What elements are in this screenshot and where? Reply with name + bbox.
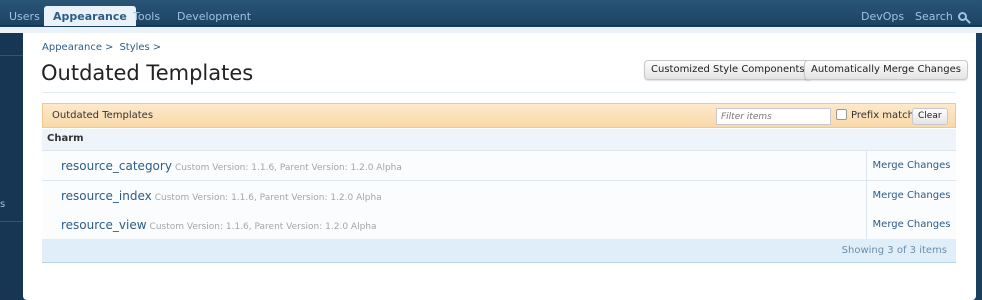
template-name-text: resource_index (61, 189, 152, 203)
breadcrumb-appearance[interactable]: Appearance (42, 42, 102, 53)
group-label: Charm (47, 133, 84, 144)
title-divider (42, 92, 956, 93)
search-label: Search (915, 10, 953, 23)
template-version: Custom Version: 1.1.6, Parent Version: 1… (174, 163, 402, 173)
template-name-text: resource_view (61, 218, 147, 232)
list-item: resource_category Custom Version: 1.1.6, … (42, 151, 956, 181)
clear-button[interactable]: Clear (912, 108, 948, 125)
breadcrumb-separator: > (105, 42, 114, 53)
customized-style-components-button[interactable]: Customized Style Components (644, 60, 812, 80)
template-name[interactable]: resource_category Custom Version: 1.1.6, … (61, 159, 402, 173)
top-navigation: Users Appearance Tools Development DevOp… (0, 0, 982, 26)
template-version: Custom Version: 1.1.6, Parent Version: 1… (154, 193, 382, 203)
list-header: Outdated Templates Prefix match Clear (42, 103, 956, 128)
template-name[interactable]: resource_view Custom Version: 1.1.6, Pare… (61, 218, 377, 232)
breadcrumb-separator: > (152, 42, 162, 53)
merge-changes-button[interactable]: Merge Changes (866, 210, 956, 239)
devops-link[interactable]: DevOps (861, 0, 904, 26)
list-header-title: Outdated Templates (52, 110, 154, 121)
merge-all-button[interactable]: Automatically Merge Changes (804, 60, 968, 80)
list-item: resource_view Custom Version: 1.1.6, Pare… (42, 210, 956, 240)
group-header: Charm (42, 129, 956, 151)
right-edge (976, 33, 982, 300)
tab-tools[interactable]: Tools (133, 0, 160, 26)
search-link[interactable]: Search (915, 0, 968, 26)
item-count: Showing 3 of 3 items (841, 245, 947, 256)
sidebar: s (0, 33, 23, 300)
merge-changes-button[interactable]: Merge Changes (866, 151, 956, 180)
tab-appearance[interactable]: Appearance (44, 6, 136, 26)
prefix-match-checkbox[interactable] (836, 109, 847, 120)
sidebar-divider (0, 55, 23, 56)
list-item: resource_index Custom Version: 1.1.6, Par… (42, 181, 956, 211)
sidebar-divider (0, 221, 23, 222)
tab-development[interactable]: Development (177, 0, 251, 26)
tab-users[interactable]: Users (9, 0, 40, 26)
main-panel: Appearance > Styles > Outdated Templates Cu… (23, 33, 976, 300)
search-icon (958, 12, 968, 21)
merge-changes-button[interactable]: Merge Changes (866, 181, 956, 210)
list-footer: Showing 3 of 3 items (42, 239, 956, 263)
breadcrumb: Appearance > Styles > (42, 42, 167, 53)
page-title: Outdated Templates (41, 61, 254, 85)
filter-input[interactable] (716, 108, 831, 125)
template-version: Custom Version: 1.1.6, Parent Version: 1… (149, 222, 377, 232)
template-name-text: resource_category (61, 159, 172, 173)
sidebar-item-label[interactable]: s (0, 199, 5, 210)
breadcrumb-styles[interactable]: Styles (119, 42, 149, 53)
template-name[interactable]: resource_index Custom Version: 1.1.6, Par… (61, 189, 382, 203)
prefix-match-label: Prefix match (851, 110, 914, 121)
